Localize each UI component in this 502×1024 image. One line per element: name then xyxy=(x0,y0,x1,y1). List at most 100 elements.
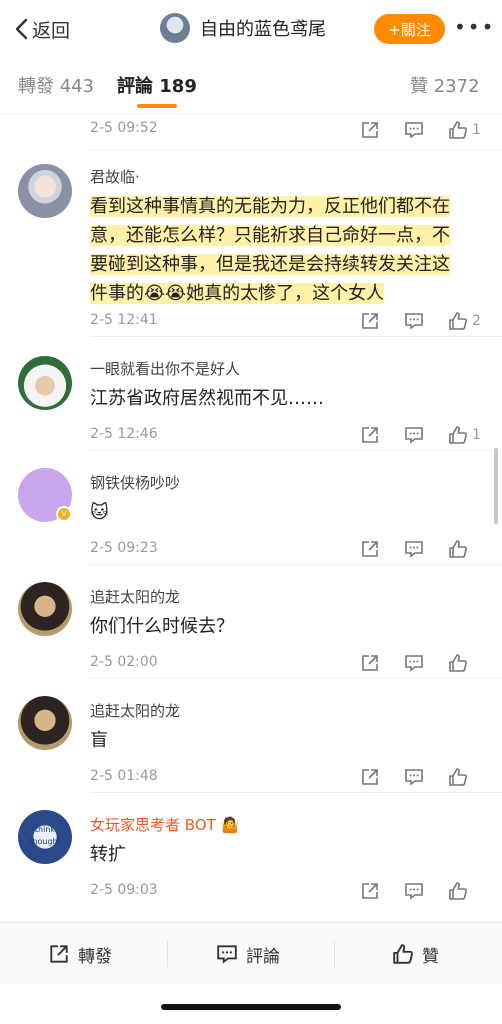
reply-button[interactable] xyxy=(404,537,448,561)
verified-badge-icon: v xyxy=(56,506,72,522)
comment-actions: 2 xyxy=(360,309,492,333)
comment-text: 江苏省政府居然视而不见…… xyxy=(90,388,324,409)
divider xyxy=(167,941,168,967)
thumbs-up-icon xyxy=(449,768,467,786)
post-author[interactable]: 自由的蓝色鸢尾 xyxy=(160,11,326,45)
back-button[interactable]: 返回 xyxy=(14,14,70,44)
comment-time: 2-5 01:48 xyxy=(90,768,158,784)
tab-reposts-count: 443 xyxy=(59,76,95,97)
follow-button[interactable]: +關注 xyxy=(374,14,445,44)
user-avatar[interactable] xyxy=(18,356,72,410)
repost-button[interactable] xyxy=(360,118,404,142)
user-avatar[interactable] xyxy=(18,164,72,218)
tab-likes-label: 贊 xyxy=(410,76,428,97)
comment-icon xyxy=(217,945,237,964)
thumbs-up-icon xyxy=(449,654,467,672)
tab-bar: 轉發 443 評論 189 贊 2372 xyxy=(0,58,502,114)
name-emoji: 🤷 xyxy=(220,816,240,834)
repost-icon xyxy=(362,769,378,785)
like-action-label: 贊 xyxy=(422,946,439,967)
top-nav-bar: 返回 自由的蓝色鸢尾 +關注 ••• xyxy=(0,0,502,58)
comment-time: 2-5 09:23 xyxy=(90,540,158,556)
repost-button[interactable] xyxy=(360,537,404,561)
tab-likes[interactable]: 贊 2372 xyxy=(410,72,480,98)
tab-comments[interactable]: 評論 189 xyxy=(117,72,197,98)
comment-icon xyxy=(405,883,423,900)
comment-actions: 1 xyxy=(360,118,492,142)
tab-reposts[interactable]: 轉發 443 xyxy=(18,72,94,98)
like-button[interactable] xyxy=(448,879,492,903)
commenter-name-text: 女玩家思考者 BOT xyxy=(90,816,216,834)
commenter-name[interactable]: 追赶太阳的龙 xyxy=(90,700,180,721)
user-avatar[interactable] xyxy=(18,582,72,636)
like-count: 2 xyxy=(472,313,481,329)
comment-actions: 1 xyxy=(360,423,492,447)
like-button[interactable]: 1 xyxy=(448,118,492,142)
like-count: 1 xyxy=(472,122,481,138)
comment-text: 转扩 xyxy=(90,844,126,865)
comment-actions xyxy=(360,765,492,789)
thumbs-up-icon xyxy=(449,312,467,330)
more-icon[interactable]: ••• xyxy=(454,17,493,41)
comment-icon xyxy=(405,769,423,786)
comment-line: 看到这种事情真的无能为力，反正他们都不在 xyxy=(90,196,450,217)
like-button[interactable] xyxy=(448,765,492,789)
comment-line: 她真的太惨了，这个女人 xyxy=(186,283,385,304)
repost-action-label: 轉發 xyxy=(78,946,112,967)
commenter-name[interactable]: 钢铁侠杨吵吵 xyxy=(90,472,180,493)
user-avatar[interactable] xyxy=(18,696,72,750)
repost-button[interactable] xyxy=(360,879,404,903)
reply-button[interactable] xyxy=(404,309,448,333)
comment-action-button[interactable]: 評論 xyxy=(216,939,280,969)
like-button[interactable] xyxy=(448,537,492,561)
user-avatar[interactable]: think thought xyxy=(18,810,72,864)
repost-button[interactable] xyxy=(360,765,404,789)
page-title: 自由的蓝色鸢尾 xyxy=(200,19,326,40)
repost-icon xyxy=(50,945,68,963)
list-item: 追赶太阳的龙 你们什么时候去？ 2-5 02:00 xyxy=(0,564,502,678)
repost-button[interactable] xyxy=(360,423,404,447)
repost-action-button[interactable]: 轉發 xyxy=(48,939,112,969)
commenter-name[interactable]: 追赶太阳的龙 xyxy=(90,586,180,607)
like-count: 1 xyxy=(472,427,481,443)
list-item: 一眼就看出你不是好人 江苏省政府居然视而不见…… 2-5 12:46 1 xyxy=(0,336,502,450)
comment-time: 2-5 12:46 xyxy=(90,426,158,442)
like-button[interactable]: 1 xyxy=(448,423,492,447)
repost-button[interactable] xyxy=(360,651,404,675)
list-item: v 钢铁侠杨吵吵 🐱 2-5 09:23 xyxy=(0,450,502,564)
avatar-text: think thought xyxy=(29,825,61,846)
comment-line: 件事的 xyxy=(90,283,144,304)
repost-button[interactable] xyxy=(360,309,404,333)
list-item: 追赶太阳的龙 盲 2-5 01:48 xyxy=(0,678,502,792)
comment-actions xyxy=(360,651,492,675)
tab-comments-count: 189 xyxy=(159,76,197,97)
comment-actions xyxy=(360,879,492,903)
author-avatar[interactable] xyxy=(160,13,190,43)
scrollbar[interactable] xyxy=(494,448,498,524)
comment-icon xyxy=(405,313,423,330)
thumbs-up-icon xyxy=(449,882,467,900)
commenter-name[interactable]: 一眼就看出你不是好人 xyxy=(90,358,240,379)
reply-button[interactable] xyxy=(404,765,448,789)
active-tab-indicator xyxy=(137,104,177,108)
like-button[interactable] xyxy=(448,651,492,675)
reply-button[interactable] xyxy=(404,651,448,675)
comment-time: 2-5 09:52 xyxy=(90,120,158,136)
reply-button[interactable] xyxy=(404,423,448,447)
comment-action-label: 評論 xyxy=(246,946,280,967)
comment-text: 你们什么时候去？ xyxy=(90,616,234,637)
reply-button[interactable] xyxy=(404,879,448,903)
home-indicator[interactable] xyxy=(161,1004,341,1010)
commenter-name[interactable]: 君故临· xyxy=(90,166,140,187)
list-item: 2-5 09:52 1 xyxy=(0,114,502,154)
comment-time: 2-5 02:00 xyxy=(90,654,158,670)
like-action-button[interactable]: 贊 xyxy=(392,939,439,969)
reply-button[interactable] xyxy=(404,118,448,142)
comment-time: 2-5 09:03 xyxy=(90,882,158,898)
commenter-name[interactable]: 女玩家思考者 BOT 🤷 xyxy=(90,814,239,835)
thumbs-up-icon xyxy=(393,944,413,964)
repost-icon xyxy=(362,122,378,138)
comment-actions xyxy=(360,537,492,561)
thumbs-up-icon xyxy=(449,121,467,139)
like-button[interactable]: 2 xyxy=(448,309,492,333)
